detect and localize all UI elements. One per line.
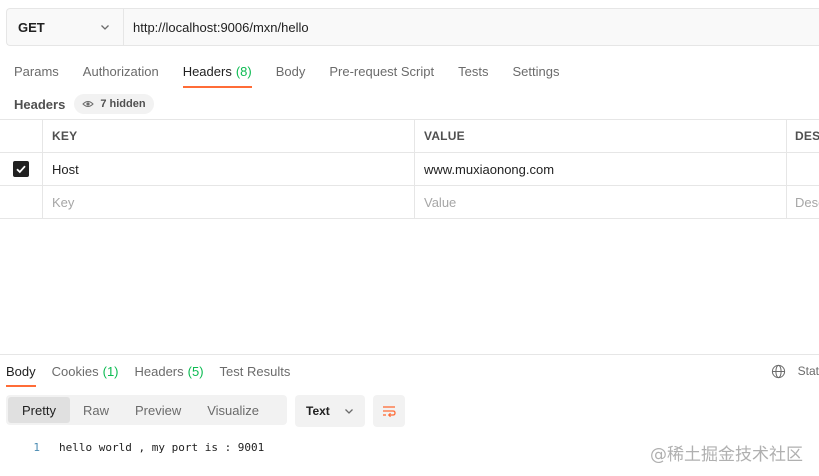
tab-pre-request-script[interactable]: Pre-request Script <box>317 54 446 88</box>
tab-label: Headers <box>134 363 184 379</box>
view-pretty-button[interactable]: Pretty <box>8 397 70 423</box>
tab-body[interactable]: Body <box>264 54 318 88</box>
row-enabled-checkbox[interactable] <box>13 161 29 177</box>
tab-label: Cookies <box>51 363 99 379</box>
new-value-input[interactable]: Value <box>415 186 787 218</box>
request-tabs: Params Authorization Headers (8) Body Pre… <box>0 54 571 88</box>
row-checkbox-cell <box>0 153 43 185</box>
wrap-lines-icon <box>383 406 396 418</box>
line-number: 1 <box>33 440 40 454</box>
new-row-checkbox-cell <box>0 186 43 218</box>
response-body-text[interactable]: hello world , my port is : 9001 <box>59 441 264 454</box>
method-label: GET <box>18 19 45 35</box>
tab-params[interactable]: Params <box>0 54 71 88</box>
response-tab-test-results[interactable]: Test Results <box>212 357 299 385</box>
tab-label: Body <box>275 63 306 79</box>
checkbox-column-header <box>0 120 43 152</box>
tab-label: Body <box>6 363 36 379</box>
response-status: Stat <box>771 362 819 380</box>
tab-label: Headers <box>182 63 232 79</box>
headers-subheader: Headers 7 hidden <box>14 94 154 114</box>
response-body-line: 1 hello world , my port is : 9001 <box>0 438 264 456</box>
chevron-down-icon <box>345 409 353 414</box>
wrap-lines-button[interactable] <box>373 395 405 427</box>
tab-label: Pre-request Script <box>329 63 435 79</box>
view-preview-button[interactable]: Preview <box>122 397 194 423</box>
table-header-row: KEY VALUE DES <box>0 120 819 153</box>
watermark: @稀土掘金技术社区 <box>650 445 803 465</box>
hidden-headers-toggle[interactable]: 7 hidden <box>74 94 154 114</box>
tab-count: (1) <box>102 363 119 379</box>
chevron-down-icon <box>101 25 109 30</box>
headers-table: KEY VALUE DES Host www.muxiaonong.com Ke… <box>0 119 819 219</box>
request-url-bar: GET http://localhost:9006/mxn/hello <box>6 8 819 46</box>
response-tabs: Body Cookies (1) Headers (5) Test Results <box>0 357 298 387</box>
view-visualize-button[interactable]: Visualize <box>194 397 272 423</box>
view-raw-button[interactable]: Raw <box>70 397 122 423</box>
tab-count: (5) <box>187 363 204 379</box>
tab-authorization[interactable]: Authorization <box>71 54 171 88</box>
response-tab-body[interactable]: Body <box>0 357 44 387</box>
tab-label: Authorization <box>82 63 159 79</box>
format-label: Text <box>306 404 330 418</box>
hidden-count-label: 7 hidden <box>100 98 146 110</box>
globe-icon[interactable] <box>771 364 786 379</box>
tab-label: Test Results <box>219 363 291 379</box>
method-select[interactable]: GET <box>7 9 124 45</box>
table-row: Host www.muxiaonong.com <box>0 153 819 186</box>
table-row-new: Key Value Desc <box>0 186 819 219</box>
eye-icon <box>82 101 95 107</box>
column-header-description: DES <box>795 129 819 143</box>
header-key-cell[interactable]: Host <box>43 153 415 185</box>
tab-count: (8) <box>235 63 252 79</box>
view-mode-toggle: Pretty Raw Preview Visualize <box>6 395 287 425</box>
format-select[interactable]: Text <box>295 395 365 427</box>
response-divider[interactable] <box>0 354 819 355</box>
tab-label: Params <box>14 63 59 79</box>
tab-headers[interactable]: Headers (8) <box>171 54 264 88</box>
column-header-value: VALUE <box>415 120 787 152</box>
headers-title: Headers <box>14 96 66 112</box>
response-tab-headers[interactable]: Headers (5) <box>127 357 212 385</box>
url-input[interactable]: http://localhost:9006/mxn/hello <box>124 9 819 45</box>
column-header-key: KEY <box>43 120 415 152</box>
header-value-cell[interactable]: www.muxiaonong.com <box>415 153 787 185</box>
tab-label: Tests <box>458 63 489 79</box>
tab-settings[interactable]: Settings <box>500 54 571 88</box>
new-description-input[interactable]: Desc <box>787 186 819 218</box>
tab-tests[interactable]: Tests <box>446 54 500 88</box>
status-label: Stat <box>797 364 819 378</box>
tab-label: Settings <box>512 63 560 79</box>
response-tab-cookies[interactable]: Cookies (1) <box>44 357 127 385</box>
header-description-cell[interactable] <box>787 153 819 185</box>
check-icon <box>16 165 26 174</box>
new-key-input[interactable]: Key <box>43 186 415 218</box>
